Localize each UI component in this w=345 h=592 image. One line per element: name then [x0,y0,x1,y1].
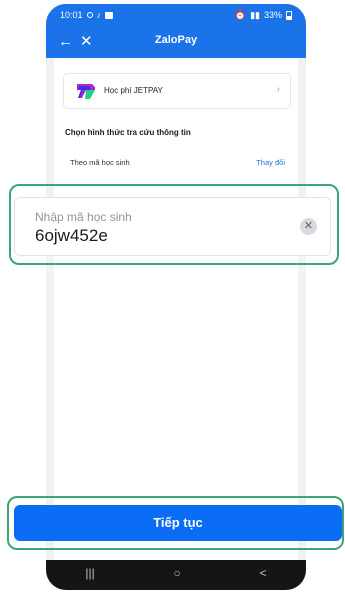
alarm-icon: ⏰ [234,9,247,20]
status-left: 10:01 ♪ [60,10,114,20]
status-bar: 10:01 ♪ ⏰ ▮▮ 33% [46,4,306,26]
app-screen: 10:01 ♪ ⏰ ▮▮ 33% ← ✕ ZaloPay Học phí JET… [46,4,306,560]
status-time: 10:01 [60,10,83,20]
signal-icon: ▮▮ [250,9,260,20]
school-selector[interactable]: Học phí JETPAY › [63,73,291,109]
continue-button[interactable]: Tiếp tục [14,505,342,541]
battery-text: 33% [263,10,282,20]
student-code-input-card[interactable]: Nhập mã học sinh ✕ [14,197,331,256]
home-icon[interactable]: ○ [174,566,181,580]
jetpay-logo-icon [76,82,96,102]
content-panel: Học phí JETPAY › Chọn hình thức tra cứu … [54,58,298,560]
change-method-link[interactable]: Thay đổi [256,158,285,167]
school-name: Học phí JETPAY [104,86,163,95]
phone-frame: 10:01 ♪ ⏰ ▮▮ 33% ← ✕ ZaloPay Học phí JET… [46,4,306,590]
chevron-right-icon: › [276,84,280,95]
student-code-input[interactable] [35,226,285,246]
back-icon[interactable]: < [260,566,267,580]
message-icon [105,11,114,19]
tiktok-icon: ♪ [96,10,102,20]
system-nav-bar: ||| ○ < [46,556,306,590]
lookup-method-row: Theo mã học sinh Thay đổi [65,158,293,172]
lookup-method-label: Theo mã học sinh [70,158,130,167]
app-nav-bar: ← ✕ ZaloPay [46,26,306,58]
status-right: ⏰ ▮▮ 33% [235,10,292,21]
page-title: ZaloPay [154,34,198,46]
recent-apps-icon[interactable]: ||| [85,566,94,580]
location-icon [86,12,93,18]
clear-icon[interactable]: ✕ [300,218,317,235]
lookup-section-title: Chọn hình thức tra cứu thông tin [65,128,191,137]
student-code-label: Nhập mã học sinh [35,210,132,224]
battery-icon [286,10,292,20]
